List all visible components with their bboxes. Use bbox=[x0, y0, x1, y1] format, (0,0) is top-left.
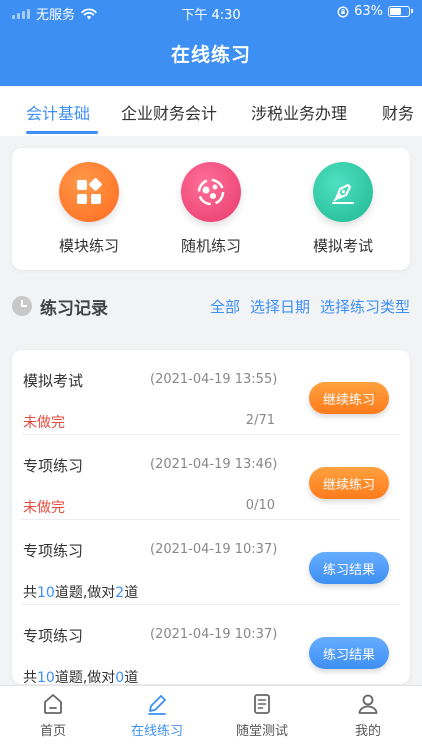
record-time: (2021-04-19 13:55) bbox=[150, 372, 278, 387]
header: 无服务 下午 4:30 63% 在线练习 bbox=[0, 0, 422, 86]
summary-prefix: 共 bbox=[23, 670, 37, 684]
list-item: 专项练习 (2021-04-19 13:46) 未做完 0/10 继续练习 bbox=[12, 435, 410, 520]
category-tabs: 会计基础 企业财务会计 涉税业务办理 财务 bbox=[0, 86, 422, 136]
mock-exam-button[interactable]: 模拟考试 bbox=[288, 162, 398, 256]
module-practice-label: 模块练习 bbox=[58, 237, 119, 255]
page-title: 在线练习 bbox=[170, 44, 251, 66]
module-practice-button[interactable]: 模块练习 bbox=[34, 162, 144, 256]
summary-middle: 道题,做对 bbox=[54, 670, 116, 684]
pen-nib-icon bbox=[313, 162, 373, 222]
active-tab-indicator bbox=[26, 131, 98, 134]
battery-icon bbox=[388, 6, 413, 17]
record-progress: 0/10 bbox=[245, 498, 275, 513]
orientation-lock-icon bbox=[337, 6, 349, 17]
filter-all[interactable]: 全部 bbox=[210, 296, 240, 317]
records-list: 模拟考试 (2021-04-19 13:55) 未做完 2/71 继续练习 专项… bbox=[12, 350, 410, 684]
records-title: 练习记录 bbox=[40, 299, 108, 319]
practice-mode-card: 模块练习 随机练习 模拟考试 bbox=[12, 148, 410, 270]
nav-class-test[interactable]: 随堂测试 bbox=[212, 692, 312, 739]
bottom-nav: 首页 在线练习 随堂测试 我的 bbox=[0, 685, 422, 750]
document-icon bbox=[254, 694, 270, 714]
nav-online-practice-label: 在线练习 bbox=[130, 724, 183, 739]
tab-finance[interactable]: 财务 bbox=[382, 100, 414, 124]
nav-class-test-label: 随堂测试 bbox=[235, 724, 288, 739]
battery-percent: 63% bbox=[354, 4, 383, 19]
total-count: 10 bbox=[37, 670, 55, 684]
record-name: 专项练习 bbox=[23, 542, 84, 560]
record-summary: 共10道题,做对0道 bbox=[23, 667, 138, 684]
continue-practice-button[interactable]: 继续练习 bbox=[309, 467, 389, 499]
summary-suffix: 道 bbox=[124, 585, 139, 601]
practice-result-button[interactable]: 练习结果 bbox=[309, 637, 389, 669]
filter-date[interactable]: 选择日期 bbox=[250, 296, 310, 317]
list-item: 专项练习 (2021-04-19 10:37) 共10道题,做对0道 练习结果 bbox=[12, 605, 410, 684]
correct-count: 0 bbox=[115, 670, 125, 684]
home-icon bbox=[44, 694, 62, 714]
continue-practice-button[interactable]: 继续练习 bbox=[309, 382, 389, 414]
nav-home[interactable]: 首页 bbox=[3, 692, 103, 739]
tab-accounting-basics[interactable]: 会计基础 bbox=[26, 100, 90, 124]
record-summary: 共10道题,做对2道 bbox=[23, 582, 138, 602]
record-status: 未做完 bbox=[23, 415, 65, 431]
user-icon bbox=[358, 694, 378, 714]
nav-home-label: 首页 bbox=[39, 724, 66, 739]
record-time: (2021-04-19 10:37) bbox=[150, 627, 278, 642]
practice-result-button[interactable]: 练习结果 bbox=[309, 552, 389, 584]
shuffle-icon bbox=[181, 162, 241, 222]
record-filters: 全部 选择日期 选择练习类型 bbox=[210, 296, 410, 317]
record-time: (2021-04-19 13:46) bbox=[150, 457, 278, 472]
mock-exam-label: 模拟考试 bbox=[312, 237, 373, 255]
summary-middle: 道题,做对 bbox=[54, 585, 116, 601]
record-name: 专项练习 bbox=[23, 457, 84, 475]
record-time: (2021-04-19 10:37) bbox=[150, 542, 278, 557]
record-progress: 2/71 bbox=[245, 413, 275, 428]
summary-prefix: 共 bbox=[23, 585, 37, 601]
total-count: 10 bbox=[37, 585, 55, 601]
pencil-icon bbox=[148, 695, 166, 715]
record-status: 未做完 bbox=[23, 500, 65, 516]
tab-enterprise-accounting[interactable]: 企业财务会计 bbox=[121, 100, 217, 124]
random-practice-label: 随机练习 bbox=[180, 237, 241, 255]
filter-type[interactable]: 选择练习类型 bbox=[320, 296, 410, 317]
list-item: 模拟考试 (2021-04-19 13:55) 未做完 2/71 继续练习 bbox=[12, 350, 410, 435]
summary-suffix: 道 bbox=[124, 670, 139, 684]
record-name: 模拟考试 bbox=[23, 372, 84, 390]
random-practice-button[interactable]: 随机练习 bbox=[156, 162, 266, 256]
nav-mine[interactable]: 我的 bbox=[318, 692, 418, 739]
list-item: 专项练习 (2021-04-19 10:37) 共10道题,做对2道 练习结果 bbox=[12, 520, 410, 605]
status-bar: 无服务 下午 4:30 63% bbox=[0, 0, 422, 24]
grid-icon bbox=[59, 162, 119, 222]
correct-count: 2 bbox=[115, 585, 125, 601]
clock-icon bbox=[12, 296, 32, 316]
nav-mine-label: 我的 bbox=[354, 724, 381, 739]
nav-online-practice[interactable]: 在线练习 bbox=[107, 692, 207, 739]
record-name: 专项练习 bbox=[23, 627, 84, 645]
tab-tax-business[interactable]: 涉税业务办理 bbox=[251, 100, 347, 124]
records-header: 练习记录 全部 选择日期 选择练习类型 bbox=[12, 290, 410, 322]
